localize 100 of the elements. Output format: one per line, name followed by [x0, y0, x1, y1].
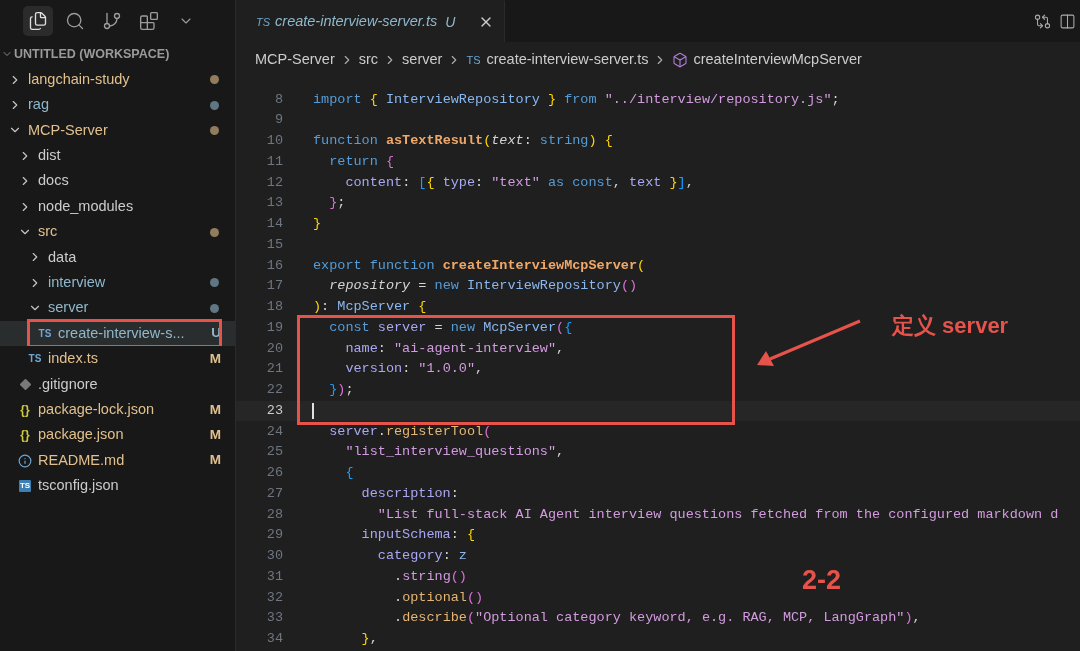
item-label: server	[48, 298, 89, 318]
item-label: tsconfig.json	[38, 476, 119, 496]
code-line: {	[344, 464, 354, 483]
typescript-icon: TS	[256, 13, 271, 31]
code-line: "List full-stack AI Agent interview questions fetched from the configured markdown d	[376, 505, 1059, 524]
item-label: .gitignore	[38, 374, 98, 394]
item-label: dist	[38, 146, 61, 165]
typescript-icon: TS	[18, 479, 32, 492]
code-line: const server = new McpServer({	[328, 318, 573, 337]
item-label: index.ts	[48, 349, 98, 369]
status-letter: M	[209, 451, 221, 470]
status-letter: M	[209, 349, 221, 368]
line-number: 13	[265, 194, 283, 213]
line-number: 8	[273, 90, 283, 109]
code-line: };	[328, 194, 346, 213]
code-line: "list_interview_questions",	[344, 443, 565, 462]
activity-tab[interactable]	[23, 6, 53, 36]
code-line: content: [{ type: "text" as const, text }],	[344, 173, 694, 192]
line-number: 30	[265, 547, 283, 566]
code-line: ): McpServer {	[313, 298, 427, 317]
cube-icon	[672, 52, 689, 68]
item-label: README.md	[38, 450, 125, 470]
code-line: .string()	[393, 567, 467, 586]
workspace-header[interactable]: UNTITLED (WORKSPACE)	[14, 44, 170, 64]
item-label: docs	[38, 171, 69, 191]
page-label: 2-2	[802, 564, 842, 598]
tab-title: create-interview-server.ts	[275, 12, 438, 32]
line-number: 15	[265, 235, 283, 254]
code-line: });	[328, 381, 354, 400]
callout-label: 定义 server	[892, 312, 1009, 341]
line-number: 27	[265, 484, 283, 503]
code-line: .optional()	[393, 588, 484, 607]
code-line: function asTextResult(text: string) {	[313, 132, 613, 151]
typescript-icon: TS	[28, 354, 42, 364]
line-number: 22	[265, 381, 283, 400]
breadcrumb-item[interactable]: server	[402, 49, 443, 71]
line-number: 21	[265, 360, 283, 379]
source-control-icon	[102, 11, 122, 31]
breadcrumb-item[interactable]: MCP-Server	[255, 49, 335, 71]
code-line: name: "ai-agent-interview",	[344, 339, 565, 358]
item-label: MCP-Server	[28, 120, 108, 140]
line-number: 16	[265, 256, 283, 275]
code-line: },	[360, 630, 378, 649]
item-label: rag	[28, 95, 49, 115]
typescript-icon: TS	[38, 328, 52, 339]
line-number: 28	[265, 505, 283, 524]
line-number: 34	[265, 630, 283, 649]
code-line: description:	[360, 484, 459, 503]
item-label: src	[38, 222, 58, 242]
item-label: package-lock.json	[38, 399, 155, 419]
search-icon	[65, 11, 85, 31]
line-number: 23	[265, 401, 283, 420]
item-label: langchain-study	[28, 69, 130, 89]
code-line: version: "1.0.0",	[344, 360, 484, 379]
extensions-icon	[139, 11, 159, 31]
code-line: repository = new InterviewRepository()	[328, 277, 638, 296]
line-number: 9	[273, 111, 283, 130]
line-number: 14	[265, 215, 283, 234]
split-editor-icon[interactable]	[1059, 12, 1076, 30]
line-number: 24	[265, 422, 283, 441]
code-line: return {	[328, 152, 395, 171]
item-label: create-interview-s...	[58, 323, 185, 343]
line-number: 31	[265, 567, 283, 586]
line-number: 25	[265, 443, 283, 462]
line-number: 12	[265, 173, 283, 192]
item-label: node_modules	[38, 196, 134, 216]
text-cursor	[312, 402, 314, 420]
editor-tab[interactable]: TS create-interview-server.ts U	[236, 0, 505, 42]
braces-icon: {}	[20, 429, 30, 442]
code-line: import { InterviewRepository } from "../interview/repository.js";	[313, 90, 840, 109]
line-number: 19	[265, 318, 283, 337]
code-line: }	[313, 215, 322, 234]
item-label: data	[48, 247, 77, 267]
breadcrumb-item[interactable]: create-interview-server.ts	[486, 49, 649, 71]
status-letter: M	[209, 426, 221, 445]
files-icon	[28, 11, 48, 31]
compare-changes-icon[interactable]	[1034, 12, 1051, 30]
line-number: 17	[265, 277, 283, 296]
line-number: 18	[265, 298, 283, 317]
braces-icon: {}	[20, 403, 30, 416]
line-number: 32	[265, 588, 283, 607]
breadcrumb-item[interactable]: src	[358, 49, 379, 71]
breadcrumb-item[interactable]: createInterviewMcpServer	[693, 49, 862, 71]
code-line: inputSchema: {	[360, 526, 476, 545]
code-line: export function createInterviewMcpServer(	[313, 256, 646, 275]
line-number: 11	[265, 152, 283, 171]
code-line: server.registerTool(	[328, 422, 492, 441]
info-icon	[18, 453, 32, 468]
typescript-icon: TS	[466, 51, 481, 69]
item-label: package.json	[38, 425, 124, 445]
code-line: category: z	[376, 547, 467, 566]
line-number: 10	[265, 132, 283, 151]
code-line: .describe("Optional category keyword, e.g. RAG, MCP, LangGraph"),	[393, 609, 921, 628]
status-letter: M	[209, 400, 221, 419]
line-number: 33	[265, 609, 283, 628]
line-number: 29	[265, 526, 283, 545]
status-letter: U	[445, 12, 456, 32]
item-label: interview	[48, 272, 106, 292]
line-number: 20	[265, 339, 283, 358]
line-number: 26	[265, 464, 283, 483]
